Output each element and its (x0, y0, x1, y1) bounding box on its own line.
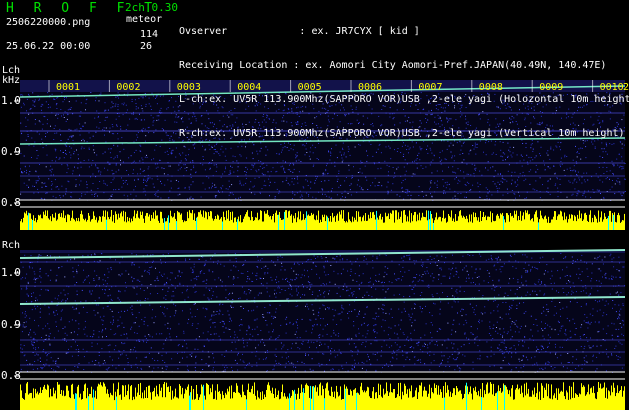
minute-label: 0002 (116, 82, 140, 93)
datetime-label: 25.06.22 00:00 (6, 41, 91, 52)
station-info: Ovserver : ex. JR7CYX [ kid ] Receiving … (179, 4, 629, 151)
lch-tick-1.0: 1.0 (1, 94, 21, 107)
lch-tick-0.8: 0.8 (1, 196, 21, 209)
rch-tick-0.8: 0.8 (1, 369, 21, 382)
lch-tick-0.9: 0.9 (1, 145, 21, 158)
location-line: Receiving Location : ex. Aomori City Aom… (179, 60, 607, 71)
observer-line: Ovserver : ex. JR7CYX [ kid ] (179, 26, 420, 37)
version-label: 2ch 0.30 (125, 1, 178, 14)
khz-unit-label: kHz (2, 75, 21, 86)
meteor-label: meteor (126, 14, 163, 25)
panel-gap (0, 230, 629, 238)
rch-tick-0.9: 0.9 (1, 318, 21, 331)
rch-tick-1.0: 1.0 (1, 266, 21, 279)
minute-label: 0001 (56, 82, 80, 93)
lch-activity-bars (20, 210, 625, 230)
rch-activity-bars (20, 382, 625, 410)
filename-label: 2506220000.png (6, 17, 91, 28)
meteor-count-rch: 26 (140, 41, 153, 52)
meteor-count-lch: 114 (140, 29, 159, 40)
lch-config-line: L-ch:ex. UV5R 113.900Mhz(SAPPORO VOR)USB… (179, 94, 629, 105)
rch-label: Rch (2, 240, 21, 251)
rch-config-line: R-ch:ex. UV5R 113.900Mhz(SAPPORO VOR)USB… (179, 128, 625, 139)
